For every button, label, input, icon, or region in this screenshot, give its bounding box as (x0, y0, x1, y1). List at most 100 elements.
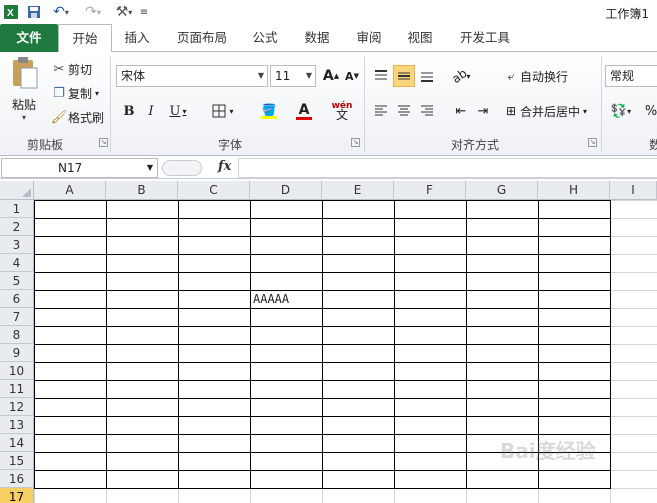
font-name-value: 宋体 (121, 69, 146, 83)
excel-logo-icon: X (3, 3, 19, 21)
decrease-indent-icon[interactable]: ⇤ (450, 100, 472, 122)
cell-border (34, 272, 611, 273)
watermark: Bai度经验 (500, 439, 596, 463)
cell-border (34, 326, 611, 327)
cell-border (34, 398, 611, 399)
font-launcher-icon[interactable]: ↘ (351, 138, 360, 147)
merge-cells-icon: ⊞ (505, 104, 517, 118)
cell-border (34, 236, 611, 237)
row-header-17[interactable]: 17 (0, 488, 34, 503)
copy-icon: ❐ (53, 85, 65, 101)
cell-border (34, 416, 611, 417)
row-header-13[interactable]: 13 (0, 416, 34, 434)
ribbon-tabs: 文件 开始 插入 页面布局 公式 数据 审阅 视图 开发工具 (0, 24, 657, 53)
formula-input[interactable] (238, 158, 657, 178)
row-header-9[interactable]: 9 (0, 344, 34, 362)
tools-icon[interactable]: ⚒ ▾ (112, 3, 136, 21)
customize-toolbar-icon[interactable]: ≡ (139, 3, 149, 21)
align-center-icon[interactable] (393, 100, 415, 122)
title-bar: X ↶ ▾ ↷ ▾ ⚒ ▾ ≡ 工作簿1 (0, 0, 657, 24)
select-all-button[interactable] (0, 181, 34, 200)
row-header-15[interactable]: 15 (0, 452, 34, 470)
row-header-14[interactable]: 14 (0, 434, 34, 452)
bold-icon[interactable]: B (118, 100, 140, 122)
tab-insert[interactable]: 插入 (118, 24, 156, 52)
merge-center-button[interactable]: ⊞ 合并后居中 ▾ (502, 102, 587, 120)
clipboard-group-label: 剪贴板 (26, 138, 63, 152)
decrease-font-icon[interactable]: A ▼ (341, 65, 363, 87)
cell-d6[interactable]: AAAAA (250, 290, 322, 308)
column-header-b[interactable]: B (106, 181, 178, 200)
accounting-format-icon[interactable]: 💱 ▾ (607, 100, 635, 122)
copy-button[interactable]: ❐ 复制 ▾ (50, 84, 99, 102)
number-format-value: 常规 (610, 69, 635, 83)
column-header-c[interactable]: C (178, 181, 250, 200)
row-header-3[interactable]: 3 (0, 236, 34, 254)
font-color-icon[interactable]: A (288, 100, 320, 122)
insert-function-icon[interactable]: fx (218, 159, 231, 174)
underline-icon[interactable]: U ▾ (163, 100, 193, 122)
font-size-select[interactable]: 11 ▼ (270, 65, 316, 87)
row-header-12[interactable]: 12 (0, 398, 34, 416)
italic-icon[interactable]: I (140, 100, 162, 122)
tab-home[interactable]: 开始 (58, 24, 112, 53)
row-header-5[interactable]: 5 (0, 272, 34, 290)
name-box[interactable]: N17 ▼ (1, 158, 158, 178)
row-header-6[interactable]: 6 (0, 290, 34, 308)
row-header-2[interactable]: 2 (0, 218, 34, 236)
column-header-e[interactable]: E (322, 181, 394, 200)
font-name-select[interactable]: 宋体 ▼ (116, 65, 268, 87)
ribbon: 粘贴 ▾ ✂ 剪切 ❐ 复制 ▾ 🖌 格式刷 剪贴板 ↘ 宋体 ▼ 11 ▼ A ▲ … (0, 52, 657, 156)
column-header-a[interactable]: A (34, 181, 106, 200)
wrap-text-icon: ⤶ (507, 68, 515, 83)
column-header-d[interactable]: D (250, 181, 322, 200)
tab-page-layout[interactable]: 页面布局 (172, 24, 232, 52)
worksheet-grid[interactable]: ABCDEFGHI 1 2 3 4 5 6 7 8 9 10 11 12 13 14 15 16 17 AAAA… (0, 181, 657, 503)
align-bottom-icon[interactable] (416, 65, 438, 87)
row-header-10[interactable]: 10 (0, 362, 34, 380)
increase-indent-icon[interactable]: ⇥ (472, 100, 494, 122)
row-header-11[interactable]: 11 (0, 380, 34, 398)
tab-data[interactable]: 数据 (300, 24, 334, 52)
row-header-8[interactable]: 8 (0, 326, 34, 344)
font-group-label: 字体 (217, 138, 242, 152)
formula-bar-toggle[interactable] (162, 160, 202, 176)
align-middle-icon[interactable] (393, 65, 415, 87)
fill-color-icon[interactable]: 🪣 (252, 100, 286, 122)
percent-style-icon[interactable]: % (640, 100, 657, 122)
column-header-f[interactable]: F (394, 181, 466, 200)
increase-font-icon[interactable]: A ▲ (320, 65, 342, 87)
wrap-text-button[interactable]: ⤶ 自动换行 (502, 67, 568, 85)
tab-file[interactable]: 文件 (0, 24, 58, 52)
tab-formulas[interactable]: 公式 (248, 24, 282, 52)
cut-label: 剪切 (68, 62, 93, 77)
number-format-select[interactable]: 常规 (605, 65, 657, 87)
format-painter-button[interactable]: 🖌 格式刷 (50, 108, 104, 126)
orientation-icon[interactable]: ab ▾ (446, 65, 476, 87)
row-header-4[interactable]: 4 (0, 254, 34, 272)
borders-icon[interactable]: ▾ (206, 100, 240, 122)
row-header-7[interactable]: 7 (0, 308, 34, 326)
tab-developer[interactable]: 开发工具 (455, 24, 515, 52)
undo-icon[interactable]: ↶ ▾ (48, 3, 74, 21)
column-header-i[interactable]: I (610, 181, 657, 200)
align-right-icon[interactable] (416, 100, 438, 122)
scissors-icon: ✂ (53, 61, 65, 77)
tab-view[interactable]: 视图 (403, 24, 437, 52)
phonetic-guide-icon[interactable]: wén 文 (326, 100, 358, 122)
row-header-16[interactable]: 16 (0, 470, 34, 488)
redo-icon[interactable]: ↷ ▾ (80, 3, 106, 21)
tab-review[interactable]: 审阅 (352, 24, 386, 52)
divider (364, 56, 365, 152)
wrap-text-label: 自动换行 (520, 69, 569, 84)
cut-button[interactable]: ✂ 剪切 (50, 60, 92, 78)
alignment-launcher-icon[interactable]: ↘ (588, 138, 597, 147)
row-header-1[interactable]: 1 (0, 200, 34, 218)
column-header-g[interactable]: G (466, 181, 538, 200)
align-top-icon[interactable] (370, 65, 392, 87)
paste-button[interactable]: 粘贴 ▾ (6, 56, 42, 132)
align-left-icon[interactable] (370, 100, 392, 122)
column-header-h[interactable]: H (538, 181, 610, 200)
clipboard-launcher-icon[interactable]: ↘ (99, 138, 108, 147)
save-icon[interactable] (26, 3, 42, 21)
